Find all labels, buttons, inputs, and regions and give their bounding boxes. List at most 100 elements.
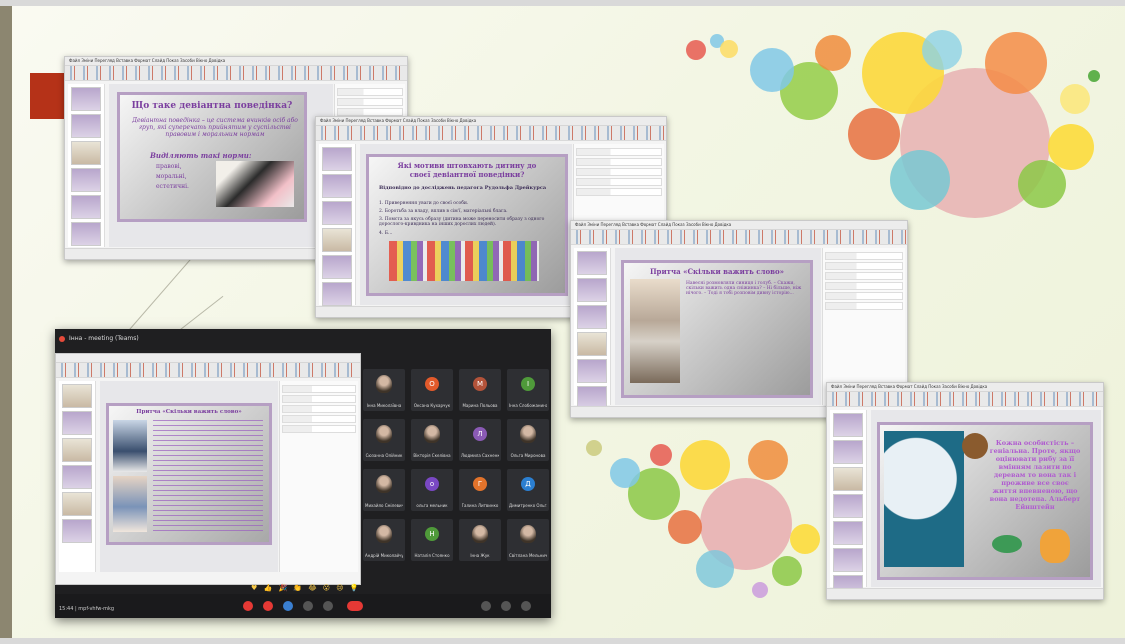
slide-subtitle: Відповідно до досліджень педагога Рудоль… bbox=[379, 185, 547, 191]
participant-photo bbox=[520, 525, 536, 543]
mic-icon[interactable] bbox=[243, 601, 253, 611]
slide-child-photo bbox=[113, 476, 147, 532]
norms-heading: Виділяють такі норми: bbox=[150, 151, 252, 160]
participant-tile[interactable]: Сюзанна Олійник bbox=[363, 419, 405, 461]
participant-name: Димитренко Ольга bbox=[509, 503, 547, 508]
participant-name: Ольга Миронова bbox=[510, 453, 546, 458]
menu-bar[interactable]: Файл Зміни Перегляд Вставка Формат Слайд… bbox=[571, 221, 907, 230]
participant-tile[interactable]: Д Димитренко Ольга bbox=[507, 469, 549, 511]
participant-tile[interactable]: Н Наталія Стоянко bbox=[411, 519, 453, 561]
call-footer: 15:44 | mpf-vhfw-mkg bbox=[59, 606, 115, 612]
participant-tile[interactable]: Л Людмила Сахненко bbox=[459, 419, 501, 461]
participant-photo bbox=[376, 525, 392, 543]
participant-name: ольга мельник bbox=[416, 503, 448, 508]
share-screen-icon[interactable] bbox=[283, 601, 293, 611]
slide-thumbnails[interactable] bbox=[319, 144, 356, 306]
participant-tile[interactable]: о ольга мельник bbox=[411, 469, 453, 511]
bottom-border bbox=[0, 638, 1125, 644]
toolbar[interactable] bbox=[65, 66, 407, 81]
participant-tile[interactable]: М Марина Польова bbox=[459, 369, 501, 411]
more-options-icon[interactable] bbox=[323, 601, 333, 611]
slide-preview: Що таке девіантна поведінка? Девіантна п… bbox=[117, 92, 307, 222]
participant-photo bbox=[520, 425, 536, 443]
toolbar[interactable] bbox=[316, 126, 666, 141]
slide-tree-image bbox=[884, 431, 964, 567]
slide-thumbnails[interactable] bbox=[68, 84, 105, 247]
slide-cat-image bbox=[1040, 529, 1070, 563]
participant-photo bbox=[376, 375, 392, 393]
toolbar[interactable] bbox=[827, 392, 1103, 407]
slide-thumbnails[interactable] bbox=[574, 248, 611, 410]
call-title-bar: Інна - meeting (Teams) bbox=[55, 329, 551, 349]
slide-owl-image bbox=[962, 433, 988, 459]
left-accent-strip bbox=[0, 6, 12, 638]
participant-photo bbox=[472, 525, 488, 543]
einstein-quote: Кожна особистість – геніальна. Проте, як… bbox=[989, 439, 1081, 511]
participant-avatar: Л bbox=[473, 427, 487, 441]
call-controls[interactable]: 15:44 | mpf-vhfw-mkg bbox=[55, 594, 551, 618]
participant-photo bbox=[424, 425, 440, 443]
participant-tile[interactable]: Ольга Миронова bbox=[507, 419, 549, 461]
toolbar bbox=[56, 363, 360, 378]
participant-tile[interactable]: Інна Миколаївна bbox=[363, 369, 405, 411]
chat-icon[interactable] bbox=[501, 601, 511, 611]
slide-thumbnails[interactable] bbox=[830, 410, 867, 599]
participant-photo bbox=[376, 475, 392, 493]
end-call-icon[interactable] bbox=[347, 601, 363, 611]
participant-avatar: О bbox=[425, 377, 439, 391]
participant-name: Галина Литвинко bbox=[461, 503, 499, 508]
participant-photo bbox=[376, 425, 392, 443]
slide-title: Притча «Скільки важить слово» bbox=[649, 267, 785, 276]
slide-canvas[interactable]: Що таке девіантна поведінка? Девіантна п… bbox=[109, 84, 333, 247]
participant-name: Сюзанна Олійник bbox=[365, 453, 403, 458]
slide-preview: Кожна особистість – геніальна. Проте, як… bbox=[877, 422, 1093, 580]
participant-avatar: Н bbox=[425, 527, 439, 541]
participant-tile[interactable]: О Оксана Кухарчук bbox=[411, 369, 453, 411]
participant-tile[interactable]: Андрій Миколайчук bbox=[363, 519, 405, 561]
toolbar[interactable] bbox=[571, 230, 907, 245]
norm-item: правові, bbox=[156, 163, 182, 170]
top-border bbox=[0, 0, 1125, 6]
parable-text: Навесні розмовляли синиця і голуб. – Ска… bbox=[686, 281, 802, 296]
slide-canvas[interactable]: Кожна особистість – геніальна. Проте, як… bbox=[871, 410, 1101, 587]
participant-tile[interactable]: Вікторія Скелівна bbox=[411, 419, 453, 461]
participant-tile[interactable]: Інна Жук bbox=[459, 519, 501, 561]
participant-avatar: І bbox=[521, 377, 535, 391]
slide-teacher-photo bbox=[113, 420, 147, 472]
participant-name: Інна Миколаївна bbox=[366, 403, 402, 408]
slide-title: Притча «Скільки важить слово» bbox=[136, 409, 242, 415]
activities-icon[interactable] bbox=[521, 601, 531, 611]
participant-name: Вікторія Скелівна bbox=[413, 453, 451, 458]
participant-name: Світлана Мельниченко bbox=[509, 553, 547, 558]
editor-window-quote[interactable]: Файл Зміни Перегляд Вставка Формат Слайд… bbox=[826, 382, 1104, 600]
presentation-slide: Файл Зміни Перегляд Вставка Формат Слайд… bbox=[0, 0, 1125, 644]
slide-thumbnails bbox=[59, 381, 96, 572]
participants-icon[interactable] bbox=[481, 601, 491, 611]
slide-canvas[interactable]: Які мотиви штовхають дитину до своєї дев… bbox=[360, 144, 572, 305]
shared-screen: Притча «Скільки важить слово» bbox=[55, 353, 361, 585]
participant-tile[interactable]: Михайло Смілевич bbox=[363, 469, 405, 511]
participant-tile[interactable]: Г Галина Литвинко bbox=[459, 469, 501, 511]
reactions-icon[interactable] bbox=[303, 601, 313, 611]
motive-item: 2. Боротьба за владу, вплив в сім'ї, мат… bbox=[379, 209, 508, 214]
participant-name: Марина Польова bbox=[462, 403, 498, 408]
participant-name: Людмила Сахненко bbox=[461, 453, 499, 458]
slide-cartoon-kids bbox=[389, 241, 539, 281]
menu-bar[interactable]: Файл Зміни Перегляд Вставка Формат Слайд… bbox=[65, 57, 407, 66]
participant-tile[interactable]: Світлана Мельниченко bbox=[507, 519, 549, 561]
slide-canvas[interactable]: Притча «Скільки важить слово» Навесні ро… bbox=[615, 248, 821, 405]
camera-icon[interactable] bbox=[263, 601, 273, 611]
slide-canvas: Притча «Скільки важить слово» bbox=[100, 381, 278, 572]
norm-item: моральні, bbox=[156, 173, 187, 180]
slide-preview: Притча «Скільки важить слово» Навесні ро… bbox=[621, 260, 813, 398]
slide-fish-image bbox=[992, 535, 1022, 553]
participant-name: Інна Слобожанина bbox=[509, 403, 547, 408]
video-call-window[interactable]: Інна - meeting (Teams) Притча «Скільки в… bbox=[55, 329, 551, 618]
status-bar bbox=[827, 588, 1103, 599]
menu-bar[interactable]: Файл Зміни Перегляд Вставка Формат Слайд… bbox=[316, 117, 666, 126]
record-icon bbox=[59, 336, 65, 342]
menu-bar[interactable]: Файл Зміни Перегляд Вставка Формат Слайд… bbox=[827, 383, 1103, 392]
participant-tile[interactable]: І Інна Слобожанина bbox=[507, 369, 549, 411]
reactions-bar[interactable]: ♥ 👍 🎉 👏 😂 😮 😢 💡 bbox=[251, 584, 361, 592]
participant-avatar: М bbox=[473, 377, 487, 391]
